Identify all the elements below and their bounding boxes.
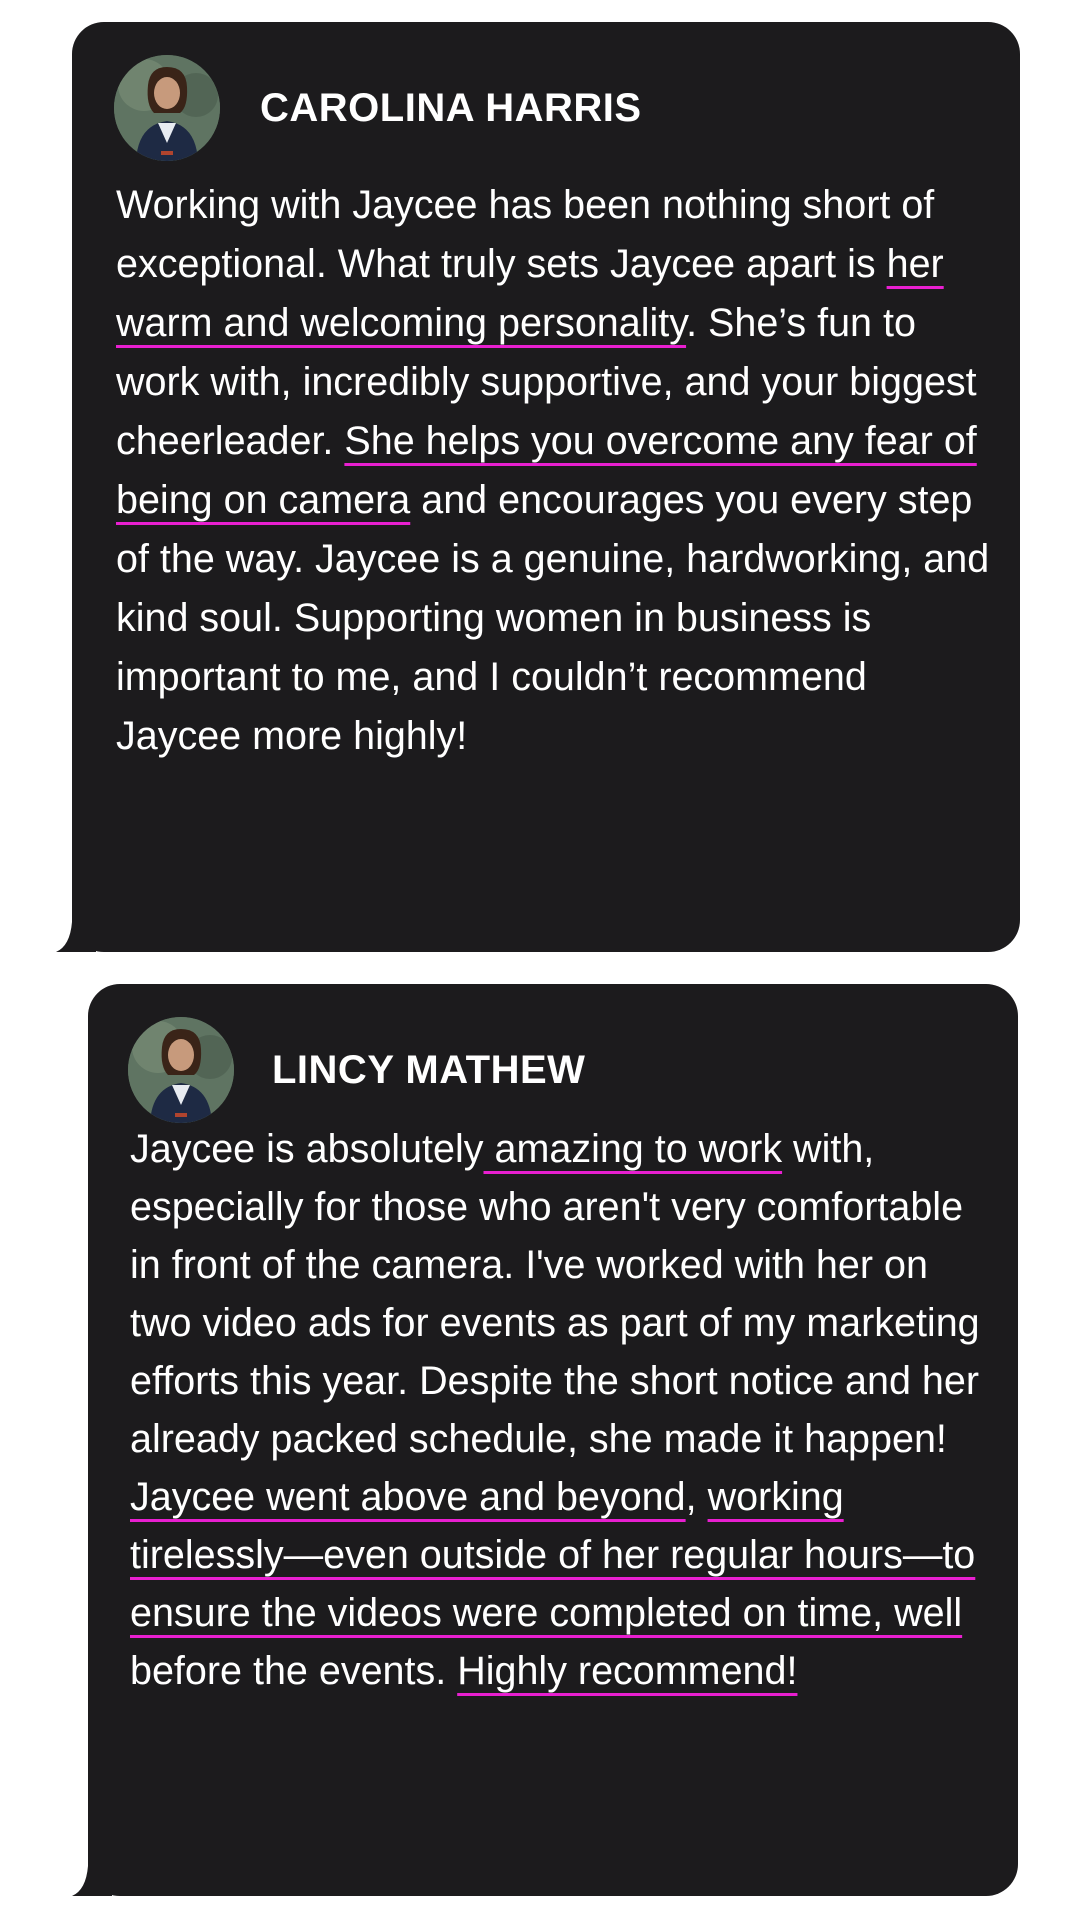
reviewer-name: CAROLINA HARRIS <box>260 86 642 130</box>
person-avatar-icon <box>128 1017 234 1123</box>
text-segment: Working with Jaycee has been nothing sho… <box>116 183 935 286</box>
testimonial-card-lincy-mathew: LINCY MATHEW Jaycee is absolutely amazin… <box>72 984 1018 1896</box>
highlighted-text: amazing to work <box>483 1127 783 1171</box>
avatar <box>128 1017 234 1123</box>
testimonial-text: Jaycee is absolutely amazing to work wit… <box>130 1120 1000 1700</box>
speech-bubble-tail-icon <box>56 912 96 952</box>
text-segment: Jaycee is absolutely <box>130 1127 484 1171</box>
highlighted-text: Jaycee went above and beyond <box>130 1475 686 1519</box>
speech-bubble-tail-icon <box>72 1856 112 1896</box>
person-avatar-icon <box>114 55 220 161</box>
text-segment: , <box>685 1475 708 1519</box>
text-segment: before the events. <box>130 1649 458 1693</box>
testimonial-text: Working with Jaycee has been nothing sho… <box>116 176 996 766</box>
testimonial-card-carolina-harris: CAROLINA HARRIS Working with Jaycee has … <box>56 22 1020 952</box>
reviewer-name: LINCY MATHEW <box>272 1048 586 1092</box>
text-segment: with, especially for those who aren't ve… <box>130 1127 980 1461</box>
avatar <box>114 55 220 161</box>
highlighted-text: Highly recommend! <box>457 1649 798 1693</box>
